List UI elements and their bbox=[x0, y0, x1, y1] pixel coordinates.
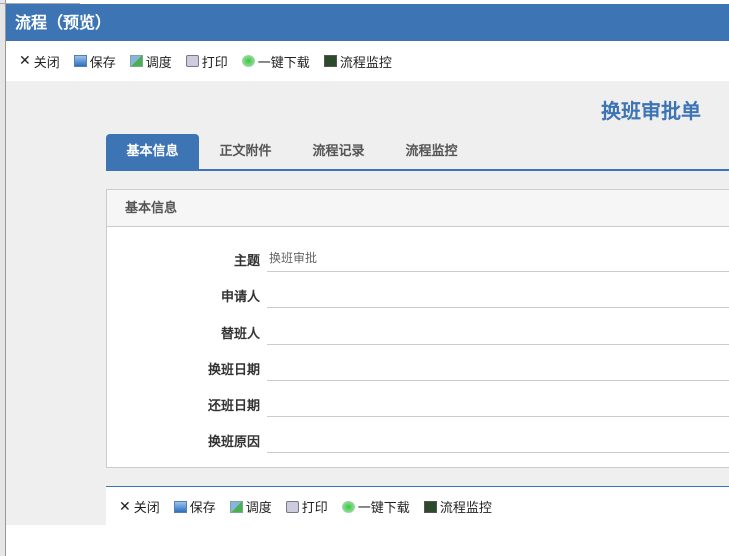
dispatch-icon bbox=[229, 500, 243, 513]
download-button[interactable]: 一键下载 bbox=[341, 497, 410, 516]
field-label: 换班日期 bbox=[207, 363, 260, 378]
applicant-input[interactable] bbox=[267, 280, 729, 308]
close-label: 关闭 bbox=[33, 55, 60, 71]
document-title: 换班审批单 bbox=[601, 99, 701, 123]
dispatch-label: 调度 bbox=[145, 55, 172, 71]
tab-basic-info[interactable]: 基本信息 bbox=[106, 134, 199, 169]
monitor-icon bbox=[423, 500, 437, 513]
monitor-button[interactable]: 流程监控 bbox=[423, 497, 492, 516]
field-applicant: 申请人 bbox=[107, 276, 729, 312]
monitor-label: 流程监控 bbox=[339, 55, 392, 71]
monitor-button[interactable]: 流程监控 bbox=[323, 52, 392, 71]
save-icon bbox=[73, 55, 87, 67]
panel-title: 基本信息 bbox=[107, 190, 729, 227]
print-label: 打印 bbox=[201, 55, 228, 71]
field-reason: 换班原因 bbox=[107, 421, 729, 457]
substitute-input[interactable] bbox=[267, 317, 729, 345]
tab-flow-records[interactable]: 流程记录 bbox=[292, 134, 385, 169]
reason-input[interactable] bbox=[267, 425, 729, 453]
download-icon bbox=[341, 500, 355, 513]
field-subject: 主题 换班审批 bbox=[107, 240, 729, 276]
return-date-input[interactable] bbox=[267, 389, 729, 417]
monitor-icon bbox=[323, 55, 337, 67]
download-label: 一键下载 bbox=[257, 55, 310, 71]
tab-flow-monitor[interactable]: 流程监控 bbox=[385, 134, 478, 169]
dispatch-button[interactable]: 调度 bbox=[129, 52, 172, 71]
close-label: 关闭 bbox=[133, 501, 160, 516]
print-icon bbox=[185, 55, 199, 67]
print-icon bbox=[285, 500, 299, 513]
top-toolbar: ✕ 关闭 保存 调度 打印 一键下载 流程监控 bbox=[6, 41, 729, 81]
save-label: 保存 bbox=[89, 55, 116, 71]
dispatch-icon bbox=[129, 55, 143, 67]
save-button[interactable]: 保存 bbox=[173, 497, 216, 516]
close-button[interactable]: ✕ 关闭 bbox=[19, 52, 60, 71]
field-label: 申请人 bbox=[220, 290, 260, 305]
download-icon bbox=[241, 55, 255, 67]
save-icon bbox=[173, 500, 187, 513]
close-button[interactable]: ✕ 关闭 bbox=[119, 497, 160, 517]
print-button[interactable]: 打印 bbox=[285, 497, 328, 516]
window-title: 流程（预览） bbox=[6, 4, 729, 41]
field-label: 换班原因 bbox=[207, 435, 260, 450]
dispatch-button[interactable]: 调度 bbox=[229, 497, 272, 516]
monitor-label: 流程监控 bbox=[439, 501, 492, 516]
download-label: 一键下载 bbox=[357, 501, 410, 516]
field-label: 主题 bbox=[233, 254, 260, 269]
save-button[interactable]: 保存 bbox=[73, 52, 116, 71]
field-label: 替班人 bbox=[220, 327, 260, 342]
shift-date-input[interactable] bbox=[267, 353, 729, 381]
tab-attachments[interactable]: 正文附件 bbox=[199, 134, 292, 169]
close-icon: ✕ bbox=[119, 498, 131, 515]
subject-input[interactable]: 换班审批 bbox=[267, 244, 729, 272]
bottom-toolbar: ✕ 关闭 保存 调度 打印 一键下载 流程监控 bbox=[106, 486, 729, 526]
tab-bar: 基本信息 正文附件 流程记录 流程监控 bbox=[106, 134, 729, 171]
dispatch-label: 调度 bbox=[245, 501, 272, 516]
field-label: 还班日期 bbox=[207, 399, 260, 414]
basic-info-panel: 基本信息 主题 换班审批 申请人 替班人 换班日期 还班日期 换班原因 bbox=[106, 189, 729, 468]
field-substitute: 替班人 bbox=[107, 313, 729, 349]
form-content: 换班审批单 基本信息 正文附件 流程记录 流程监控 基本信息 主题 换班审批 申请… bbox=[6, 81, 729, 525]
field-return-date: 还班日期 bbox=[107, 385, 729, 421]
save-label: 保存 bbox=[189, 501, 216, 516]
download-button[interactable]: 一键下载 bbox=[241, 52, 310, 71]
field-shift-date: 换班日期 bbox=[107, 349, 729, 385]
print-label: 打印 bbox=[301, 501, 328, 516]
print-button[interactable]: 打印 bbox=[185, 52, 228, 71]
close-icon: ✕ bbox=[19, 53, 31, 69]
